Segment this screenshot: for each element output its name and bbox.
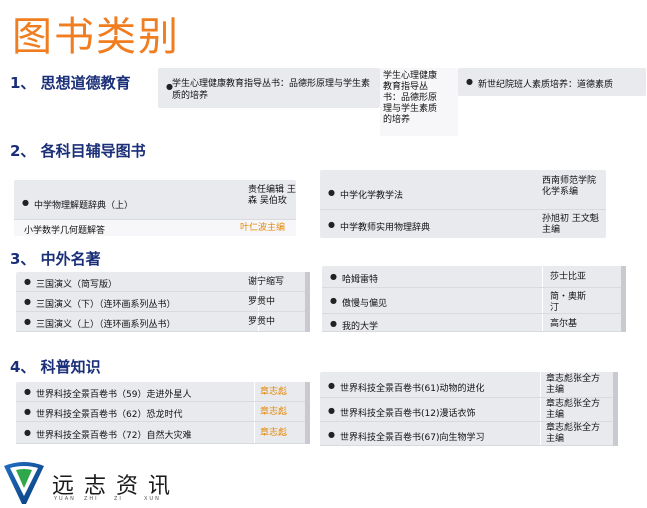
book-panel: ● 学生心理健康教育指导丛书：品德形原理与学生素质的培养 <box>158 68 380 108</box>
book-title: 学生心理健康教育指导丛书：品德形原理与学生素质的培养 <box>383 71 438 125</box>
book-author: 章志彪张全方主编 <box>546 399 601 420</box>
bullet-icon: ● <box>330 319 337 328</box>
bullet-icon: ● <box>24 317 31 326</box>
bullet-icon: ● <box>328 381 335 390</box>
book-title: 学生心理健康教育指导丛书：品德形原理与学生素质的培养 <box>172 79 371 101</box>
book-author: 责任编辑 王森 吴伯玫 <box>248 185 296 206</box>
book-panel: ● 世界科技全景百卷书（59）走进外星人 章志彪 ... ● 世界科技全景百卷书… <box>16 382 310 444</box>
book-row[interactable]: ● 三国演义（上）（连环画系列丛书） 罗贯中 <box>16 312 310 332</box>
book-row[interactable]: ● 中学教师实用物理辞典 孙旭初 王文魁主编 <box>320 210 606 238</box>
book-panel: ● 三国演义（简写版） 谢宁缩写 ● 三国演义（下）（连环画系列丛书） 罗贯中 … <box>16 272 310 332</box>
bullet-icon: ● <box>24 387 31 396</box>
section-heading-classics: 3、 中外名著 <box>10 250 101 268</box>
bullet-icon: ● <box>24 277 31 286</box>
book-title: 世界科技全景百卷书（59）走进外星人 <box>36 390 192 400</box>
more-icon: ... <box>278 387 287 397</box>
book-row[interactable]: ● 世界科技全景百卷书(67)向生物学习 章志彪张全方主编 <box>320 422 618 446</box>
book-row[interactable]: ● 傲慢与偏见 简・奥斯汀 <box>322 288 626 314</box>
book-row[interactable]: ● 世界科技全景百卷书(12)漫话衣饰 章志彪张全方主编 <box>320 398 618 422</box>
section-heading-science: 4、 科普知识 <box>10 358 101 376</box>
bullet-icon: ● <box>328 220 335 229</box>
book-author: 章志彪张全方主编 <box>546 423 601 444</box>
book-author: 章志彪张全方主编 <box>546 374 601 395</box>
book-row[interactable]: ● 我的大学 高尔基 <box>322 314 626 332</box>
more-icon: ... <box>278 428 287 438</box>
bullet-icon: ● <box>22 198 29 207</box>
logo-sub-zi: ZI <box>114 496 123 502</box>
book-title: 傲慢与偏见 <box>342 299 388 309</box>
book-title: 中学物理解题辞典（上） <box>34 201 134 211</box>
book-author: 莎士比亚 <box>550 272 587 282</box>
book-panel: 学生心理健康教育指导丛书：品德形原理与学生素质的培养 <box>380 68 458 136</box>
logo-sub-yuan: YUAN <box>54 496 76 502</box>
book-row[interactable]: ● 中学化学教学法 西南师范学院化学系编 <box>320 170 606 210</box>
bullet-icon: ● <box>328 406 335 415</box>
logo-sub-xun: XUN <box>144 496 161 502</box>
book-row[interactable]: ● 世界科技全景百卷书（59）走进外星人 章志彪 ... <box>16 382 310 402</box>
book-title: 世界科技全景百卷书(67)向生物学习 <box>340 433 485 443</box>
book-row[interactable]: ● 学生心理健康教育指导丛书：品德形原理与学生素质的培养 <box>158 68 380 108</box>
bullet-icon: ● <box>24 407 31 416</box>
book-author: 罗贯中 <box>248 297 276 307</box>
book-row[interactable]: ● 三国演义（简写版） 谢宁缩写 <box>16 272 310 292</box>
bullet-icon: ● <box>330 272 337 281</box>
book-title: 三国演义（上）（连环画系列丛书） <box>36 320 176 330</box>
book-author: 简・奥斯汀 <box>550 292 587 313</box>
bullet-icon: ● <box>328 430 335 439</box>
book-row[interactable]: 学生心理健康教育指导丛书：品德形原理与学生素质的培养 <box>380 68 458 136</box>
book-row[interactable]: 小学数学几何题解答 叶仁波主编 <box>14 220 296 236</box>
book-panel: ● 世界科技全景百卷书(61)动物的进化 章志彪张全方主编 ● 世界科技全景百卷… <box>320 372 618 446</box>
book-panel: ● 中学物理解题辞典（上） 责任编辑 王森 吴伯玫 小学数学几何题解答 叶仁波主… <box>14 180 296 236</box>
more-icon: ... <box>278 407 287 417</box>
book-row[interactable]: ● 哈姆雷特 莎士比亚 <box>322 266 626 288</box>
book-title: 三国演义（下）（连环画系列丛书） <box>36 300 176 310</box>
book-title: 世界科技全景百卷书(61)动物的进化 <box>340 384 485 394</box>
book-row[interactable]: ● 世界科技全景百卷书(61)动物的进化 章志彪张全方主编 <box>320 372 618 398</box>
book-author: 高尔基 <box>550 319 578 329</box>
book-title: 世界科技全景百卷书（62）恐龙时代 <box>36 410 183 420</box>
book-author: 罗贯中 <box>248 317 276 327</box>
company-logo-icon <box>4 462 44 504</box>
book-author: 西南师范学院化学系编 <box>542 176 597 197</box>
section-heading-subjects: 2、 各科目辅导图书 <box>10 142 146 160</box>
scrollbar[interactable] <box>621 266 626 332</box>
book-title: 哈姆雷特 <box>342 275 379 285</box>
book-row[interactable]: ● 中学物理解题辞典（上） 责任编辑 王森 吴伯玫 <box>14 180 296 220</box>
book-title: 我的大学 <box>342 322 379 332</box>
book-title: 小学数学几何题解答 <box>24 226 106 236</box>
scrollbar[interactable] <box>305 272 310 332</box>
book-row[interactable]: ● 三国演义（下）（连环画系列丛书） 罗贯中 <box>16 292 310 312</box>
book-title: 新世纪院班人素质培养：道德素质 <box>478 80 614 90</box>
book-panel: ● 中学化学教学法 西南师范学院化学系编 ● 中学教师实用物理辞典 孙旭初 王文… <box>320 170 606 238</box>
book-author: 叶仁波主编 <box>240 223 286 233</box>
book-author: 谢宁缩写 <box>248 277 285 287</box>
book-title: 中学教师实用物理辞典 <box>340 223 431 233</box>
scrollbar[interactable] <box>613 372 618 446</box>
book-author: 孙旭初 王文魁主编 <box>542 214 599 235</box>
book-title: 世界科技全景百卷书（72）自然大灾难 <box>36 431 192 441</box>
bullet-icon: ● <box>466 77 473 86</box>
section-heading-moral: 1、 思想道德教育 <box>10 74 131 92</box>
book-title: 中学化学教学法 <box>340 191 404 201</box>
book-row[interactable]: ● 世界科技全景百卷书（72）自然大灾难 章志彪 ... <box>16 422 310 444</box>
book-panel: ● 哈姆雷特 莎士比亚 ● 傲慢与偏见 简・奥斯汀 ● 我的大学 高尔基 <box>322 266 626 332</box>
scrollbar[interactable] <box>305 382 310 444</box>
bullet-icon: ● <box>330 296 337 305</box>
bullet-icon: ● <box>24 428 31 437</box>
book-title: 三国演义（简写版） <box>36 280 118 290</box>
book-row[interactable]: ● 世界科技全景百卷书（62）恐龙时代 章志彪 ... <box>16 402 310 422</box>
book-row[interactable]: ● 新世纪院班人素质培养：道德素质 <box>458 68 646 96</box>
bullet-icon: ● <box>24 297 31 306</box>
logo-sub-zhi: ZHI <box>84 496 99 502</box>
bullet-icon: ● <box>328 188 335 197</box>
logo-subtitle: YUAN ZHI ZI XUN <box>54 496 174 502</box>
book-panel: ● 新世纪院班人素质培养：道德素质 <box>458 68 646 96</box>
page-title: 图书类别 <box>12 14 180 60</box>
book-title: 世界科技全景百卷书(12)漫话衣饰 <box>340 409 476 419</box>
